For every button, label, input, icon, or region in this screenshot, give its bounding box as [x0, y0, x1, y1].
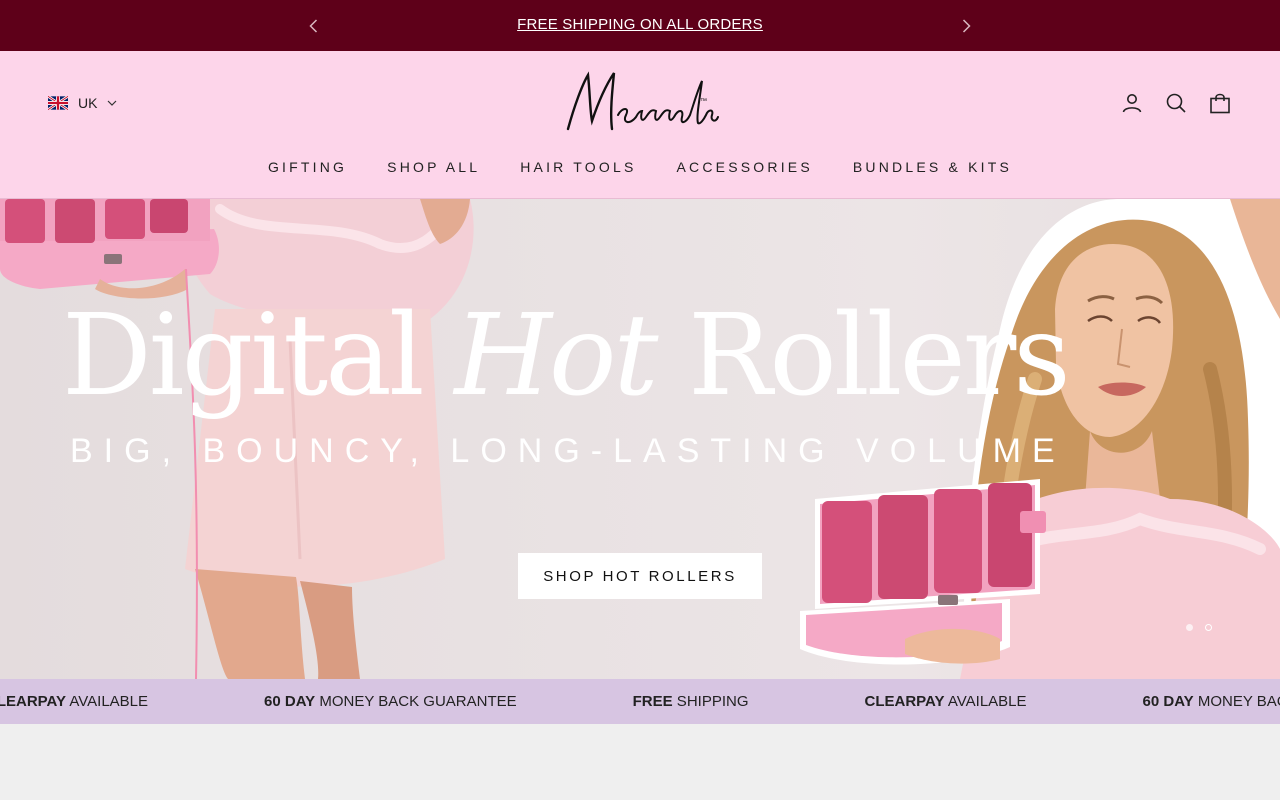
announcement-message: FREE SHIPPING ON ALL ORDERS — [0, 16, 1280, 33]
slide-dot-2[interactable] — [1205, 624, 1212, 631]
nav-gifting[interactable]: GIFTING — [268, 159, 347, 175]
hero-title-part1: Digital — [62, 291, 455, 421]
announcement-link[interactable]: FREE SHIPPING ON ALL ORDERS — [517, 16, 763, 33]
marquee-track: CLEARPAY AVAILABLE 60 DAY MONEY BACK GUA… — [0, 693, 1280, 710]
locale-label: UK — [78, 95, 98, 111]
account-icon[interactable] — [1120, 91, 1144, 115]
marquee-item: CLEARPAY AVAILABLE — [0, 693, 149, 710]
chevron-right-icon[interactable] — [956, 16, 976, 36]
page-content-area — [0, 724, 1280, 800]
slide-indicators — [1186, 624, 1212, 631]
announcement-bar: FREE SHIPPING ON ALL ORDERS — [0, 0, 1280, 51]
marquee-item: 60 DAY MONEY BACK GUARANTEE — [264, 693, 517, 710]
site-header: UK ™ GIFTING SHOP ALL HAIR TOOLS ACCESSO… — [0, 51, 1280, 199]
hero-subtitle: BIG, BOUNCY, LONG-LASTING VOLUME — [70, 432, 1066, 470]
search-icon[interactable] — [1164, 91, 1188, 115]
slide-dot-1[interactable] — [1186, 624, 1193, 631]
marquee-item: 60 DAY MONEY BACK GUARANTEE — [1142, 693, 1280, 710]
nav-accessories[interactable]: ACCESSORIES — [677, 159, 813, 175]
hero-banner: Digital Hot Rollers BIG, BOUNCY, LONG-LA… — [0, 199, 1280, 679]
main-navigation: GIFTING SHOP ALL HAIR TOOLS ACCESSORIES … — [0, 159, 1280, 175]
svg-text:™: ™ — [700, 98, 707, 105]
nav-shop-all[interactable]: SHOP ALL — [387, 159, 480, 175]
uk-flag-icon — [48, 96, 68, 110]
hero-title-italic: Hot — [454, 291, 658, 421]
cart-icon[interactable] — [1208, 91, 1232, 115]
benefits-marquee: CLEARPAY AVAILABLE 60 DAY MONEY BACK GUA… — [0, 679, 1280, 724]
marquee-item: FREE SHIPPING — [632, 693, 749, 710]
hero-title: Digital Hot Rollers — [62, 291, 1071, 421]
shop-hot-rollers-button[interactable]: SHOP HOT ROLLERS — [518, 553, 762, 599]
brand-logo[interactable]: ™ — [560, 67, 720, 139]
chevron-down-icon — [108, 100, 117, 106]
nav-bundles-kits[interactable]: BUNDLES & KITS — [853, 159, 1012, 175]
locale-selector[interactable]: UK — [48, 95, 117, 111]
marquee-item: CLEARPAY AVAILABLE — [864, 693, 1027, 710]
hero-title-part2: Rollers — [655, 291, 1071, 421]
header-actions — [1120, 91, 1232, 115]
nav-hair-tools[interactable]: HAIR TOOLS — [520, 159, 636, 175]
